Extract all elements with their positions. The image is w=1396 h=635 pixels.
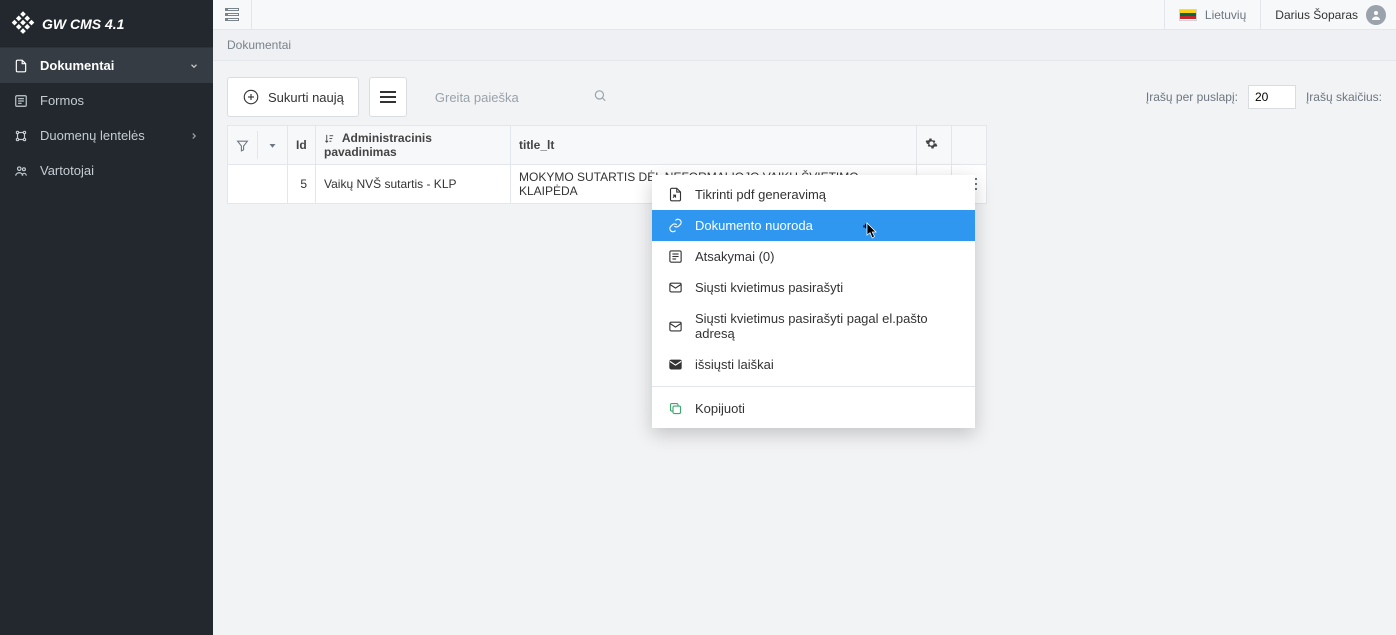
- per-page-label: Įrašų per puslapį:: [1146, 90, 1238, 104]
- sidebar-item-label: Duomenų lentelės: [40, 128, 145, 143]
- brand: GW CMS 4.1: [0, 0, 213, 48]
- ctx-label: Siųsti kvietimus pasirašyti: [695, 280, 843, 295]
- funnel-icon: [236, 139, 249, 152]
- ctx-label: Tikrinti pdf generavimą: [695, 187, 826, 202]
- flag-lt-icon: [1179, 9, 1197, 21]
- envelope-solid-icon: [668, 357, 683, 372]
- search-input[interactable]: [425, 77, 615, 117]
- ctx-document-link[interactable]: Dokumento nuoroda: [652, 210, 975, 241]
- per-page-input[interactable]: [1248, 85, 1296, 109]
- sort-icon: [324, 133, 335, 144]
- create-new-button[interactable]: Sukurti naują: [227, 77, 359, 117]
- filter-button[interactable]: [228, 131, 258, 159]
- envelope-icon: [668, 319, 683, 334]
- copy-icon: [668, 401, 683, 416]
- plus-circle-icon: [242, 88, 260, 106]
- filter-dropdown-button[interactable]: [258, 131, 287, 159]
- breadcrumb: Dokumentai: [213, 30, 1396, 61]
- logo-icon: [10, 11, 35, 36]
- avatar-icon: [1366, 5, 1386, 25]
- users-icon: [14, 164, 28, 178]
- ctx-label: Atsakymai (0): [695, 249, 774, 264]
- caret-down-icon: [268, 141, 277, 150]
- col-menu: [952, 126, 987, 165]
- ctx-check-pdf[interactable]: Tikrinti pdf generavimą: [652, 179, 975, 210]
- ctx-label: išsiųsti laiškai: [695, 357, 774, 372]
- sidebar-item-documents[interactable]: Dokumentai: [0, 48, 213, 83]
- user-menu[interactable]: Darius Šoparas: [1260, 0, 1396, 29]
- sidebar-item-users[interactable]: Vartotojai: [0, 153, 213, 188]
- document-icon: [14, 59, 28, 73]
- user-name: Darius Šoparas: [1275, 8, 1358, 22]
- form-icon: [14, 94, 28, 108]
- sidebar-item-label: Vartotojai: [40, 163, 94, 178]
- ctx-answers[interactable]: Atsakymai (0): [652, 241, 975, 272]
- cell-id: 5: [288, 165, 316, 204]
- menu-button[interactable]: [369, 77, 407, 117]
- ctx-sent-emails[interactable]: išsiųsti laiškai: [652, 349, 975, 380]
- search-icon: [593, 89, 607, 106]
- topbar-collapse-button[interactable]: [213, 0, 252, 29]
- ctx-label: Dokumento nuoroda: [695, 218, 813, 233]
- breadcrumb-label: Dokumentai: [227, 38, 291, 52]
- ctx-send-invites[interactable]: Siųsti kvietimus pasirašyti: [652, 272, 975, 303]
- filter-header: [228, 126, 288, 165]
- pdf-icon: [668, 187, 683, 202]
- sidebar-item-label: Formos: [40, 93, 84, 108]
- collapse-icon: [225, 8, 239, 21]
- create-new-label: Sukurti naują: [268, 90, 344, 105]
- sidebar-nav: Dokumentai Formos Duomenų lentelės Varto…: [0, 48, 213, 188]
- link-icon: [668, 218, 683, 233]
- ctx-separator: [652, 386, 975, 387]
- chevron-right-icon: [189, 131, 199, 141]
- col-admin-label: Administracinis pavadinimas: [324, 131, 432, 159]
- col-title[interactable]: title_lt: [510, 126, 916, 165]
- context-menu: Tikrinti pdf generavimą Dokumento nuorod…: [652, 175, 975, 428]
- hamburger-icon: [380, 91, 396, 103]
- cell-admin: Vaikų NVŠ sutartis - KLP: [316, 165, 511, 204]
- search-wrap: [425, 77, 615, 117]
- sidebar-item-label: Dokumentai: [40, 58, 114, 73]
- col-id[interactable]: Id: [288, 126, 316, 165]
- ctx-copy[interactable]: Kopijuoti: [652, 393, 975, 424]
- chevron-down-icon: [189, 61, 199, 71]
- col-admin-name[interactable]: Administracinis pavadinimas: [316, 126, 511, 165]
- database-icon: [14, 129, 28, 143]
- language-label: Lietuvių: [1205, 8, 1246, 22]
- col-settings[interactable]: [917, 126, 952, 165]
- envelope-icon: [668, 280, 683, 295]
- brand-title: GW CMS 4.1: [42, 16, 124, 32]
- sidebar-item-data-tables[interactable]: Duomenų lentelės: [0, 118, 213, 153]
- topbar: Lietuvių Darius Šoparas: [213, 0, 1396, 30]
- count-label: Įrašų skaičius:: [1306, 90, 1382, 104]
- sidebar-item-forms[interactable]: Formos: [0, 83, 213, 118]
- sidebar: GW CMS 4.1 Dokumentai Formos Duomenų len…: [0, 0, 213, 635]
- language-selector[interactable]: Lietuvių: [1164, 0, 1260, 29]
- gear-icon: [925, 137, 938, 150]
- ctx-label: Kopijuoti: [695, 401, 745, 416]
- list-box-icon: [668, 249, 683, 264]
- toolbar: Sukurti naują Įrašų per puslapį: Įrašų s…: [213, 61, 1396, 125]
- ctx-label: Siųsti kvietimus pasirašyti pagal el.paš…: [695, 311, 959, 341]
- ctx-send-invites-email[interactable]: Siųsti kvietimus pasirašyti pagal el.paš…: [652, 303, 975, 349]
